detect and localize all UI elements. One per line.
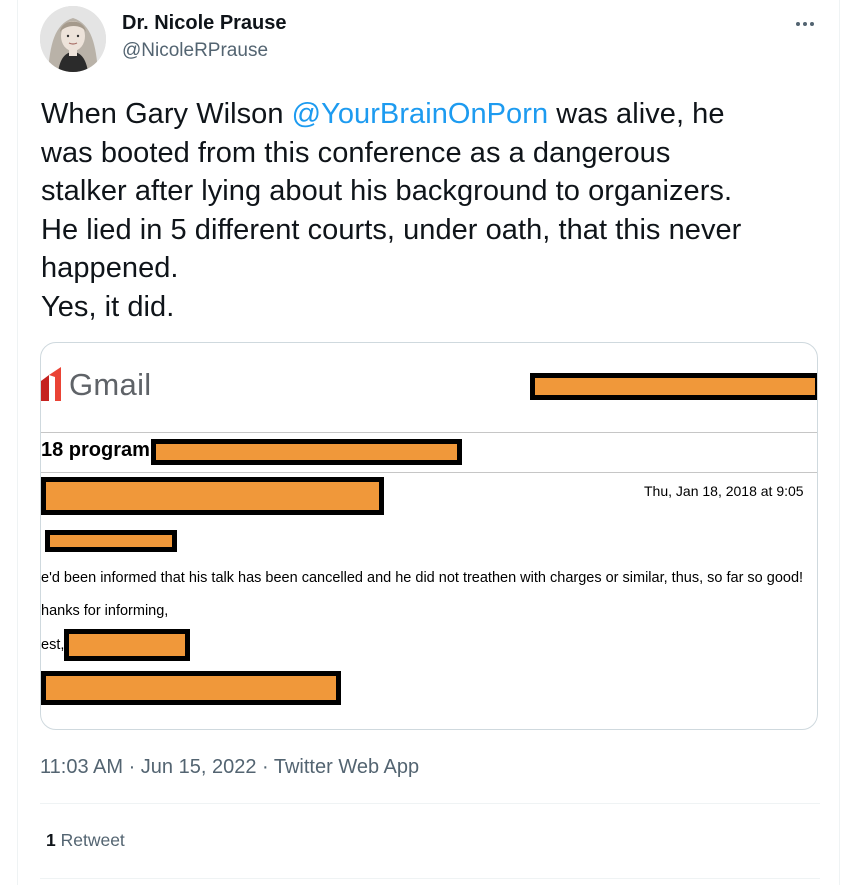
gmail-wordmark: Gmail [69, 367, 152, 402]
retweet-stats[interactable]: 1 Retweet [46, 830, 125, 851]
redaction-bar [530, 373, 817, 400]
email-body-line: e'd been informed that his talk has been… [41, 570, 804, 586]
redaction-bar [151, 439, 462, 465]
tweet-line: He lied in 5 different courts, under oat… [41, 213, 742, 246]
avatar-image [40, 6, 106, 72]
email-body-line: hanks for informing, [41, 603, 169, 619]
redaction-bar [41, 671, 341, 705]
tweet-text-segment: was alive, he [548, 98, 725, 130]
mention-link[interactable]: @YourBrainOnPorn [292, 98, 548, 130]
retweet-count: 1 [46, 830, 56, 850]
gmail-logo: Gmail [41, 367, 151, 403]
redaction-bar [41, 477, 384, 515]
tweet-line: Yes, it did. [41, 290, 175, 323]
tweet-line: stalker after lying about his background… [41, 175, 733, 207]
avatar[interactable] [40, 6, 106, 72]
author-display-name[interactable]: Dr. Nicole Prause [122, 12, 287, 35]
tweet-timestamp[interactable]: 11:03 AM · Jun 15, 2022 · [40, 756, 274, 778]
divider [41, 472, 817, 473]
more-options-icon[interactable] [790, 14, 820, 34]
tweet-text-segment: When Gary Wilson [41, 98, 292, 130]
tweet-line: When Gary Wilson @YourBrainOnPorn was al… [41, 95, 831, 134]
divider [40, 803, 820, 804]
dot [803, 22, 807, 26]
source-app-link[interactable]: Twitter Web App [274, 756, 419, 778]
redaction-bar [64, 629, 190, 661]
divider [40, 878, 820, 879]
dot [796, 22, 800, 26]
email-date: Thu, Jan 18, 2018 at 9:05 [644, 483, 804, 499]
tweet-text: When Gary Wilson @YourBrainOnPorn was al… [41, 95, 831, 326]
email-subject: 18 program [41, 439, 150, 461]
redaction-bar [45, 530, 177, 552]
retweet-label: Retweet [55, 830, 125, 850]
tweet-line: happened. [41, 252, 179, 284]
tweet-metadata: 11:03 AM · Jun 15, 2022 · Twitter Web Ap… [40, 756, 419, 779]
attached-image[interactable]: Gmail 18 program Thu, Jan 18, 2018 at 9:… [40, 342, 818, 730]
divider [41, 432, 817, 433]
tweet-line: was booted from this conference as a dan… [41, 136, 671, 169]
dot [810, 22, 814, 26]
author-handle[interactable]: @NicoleRPrause [122, 40, 268, 62]
email-body-line: est, [41, 637, 65, 653]
gmail-icon [41, 367, 63, 403]
